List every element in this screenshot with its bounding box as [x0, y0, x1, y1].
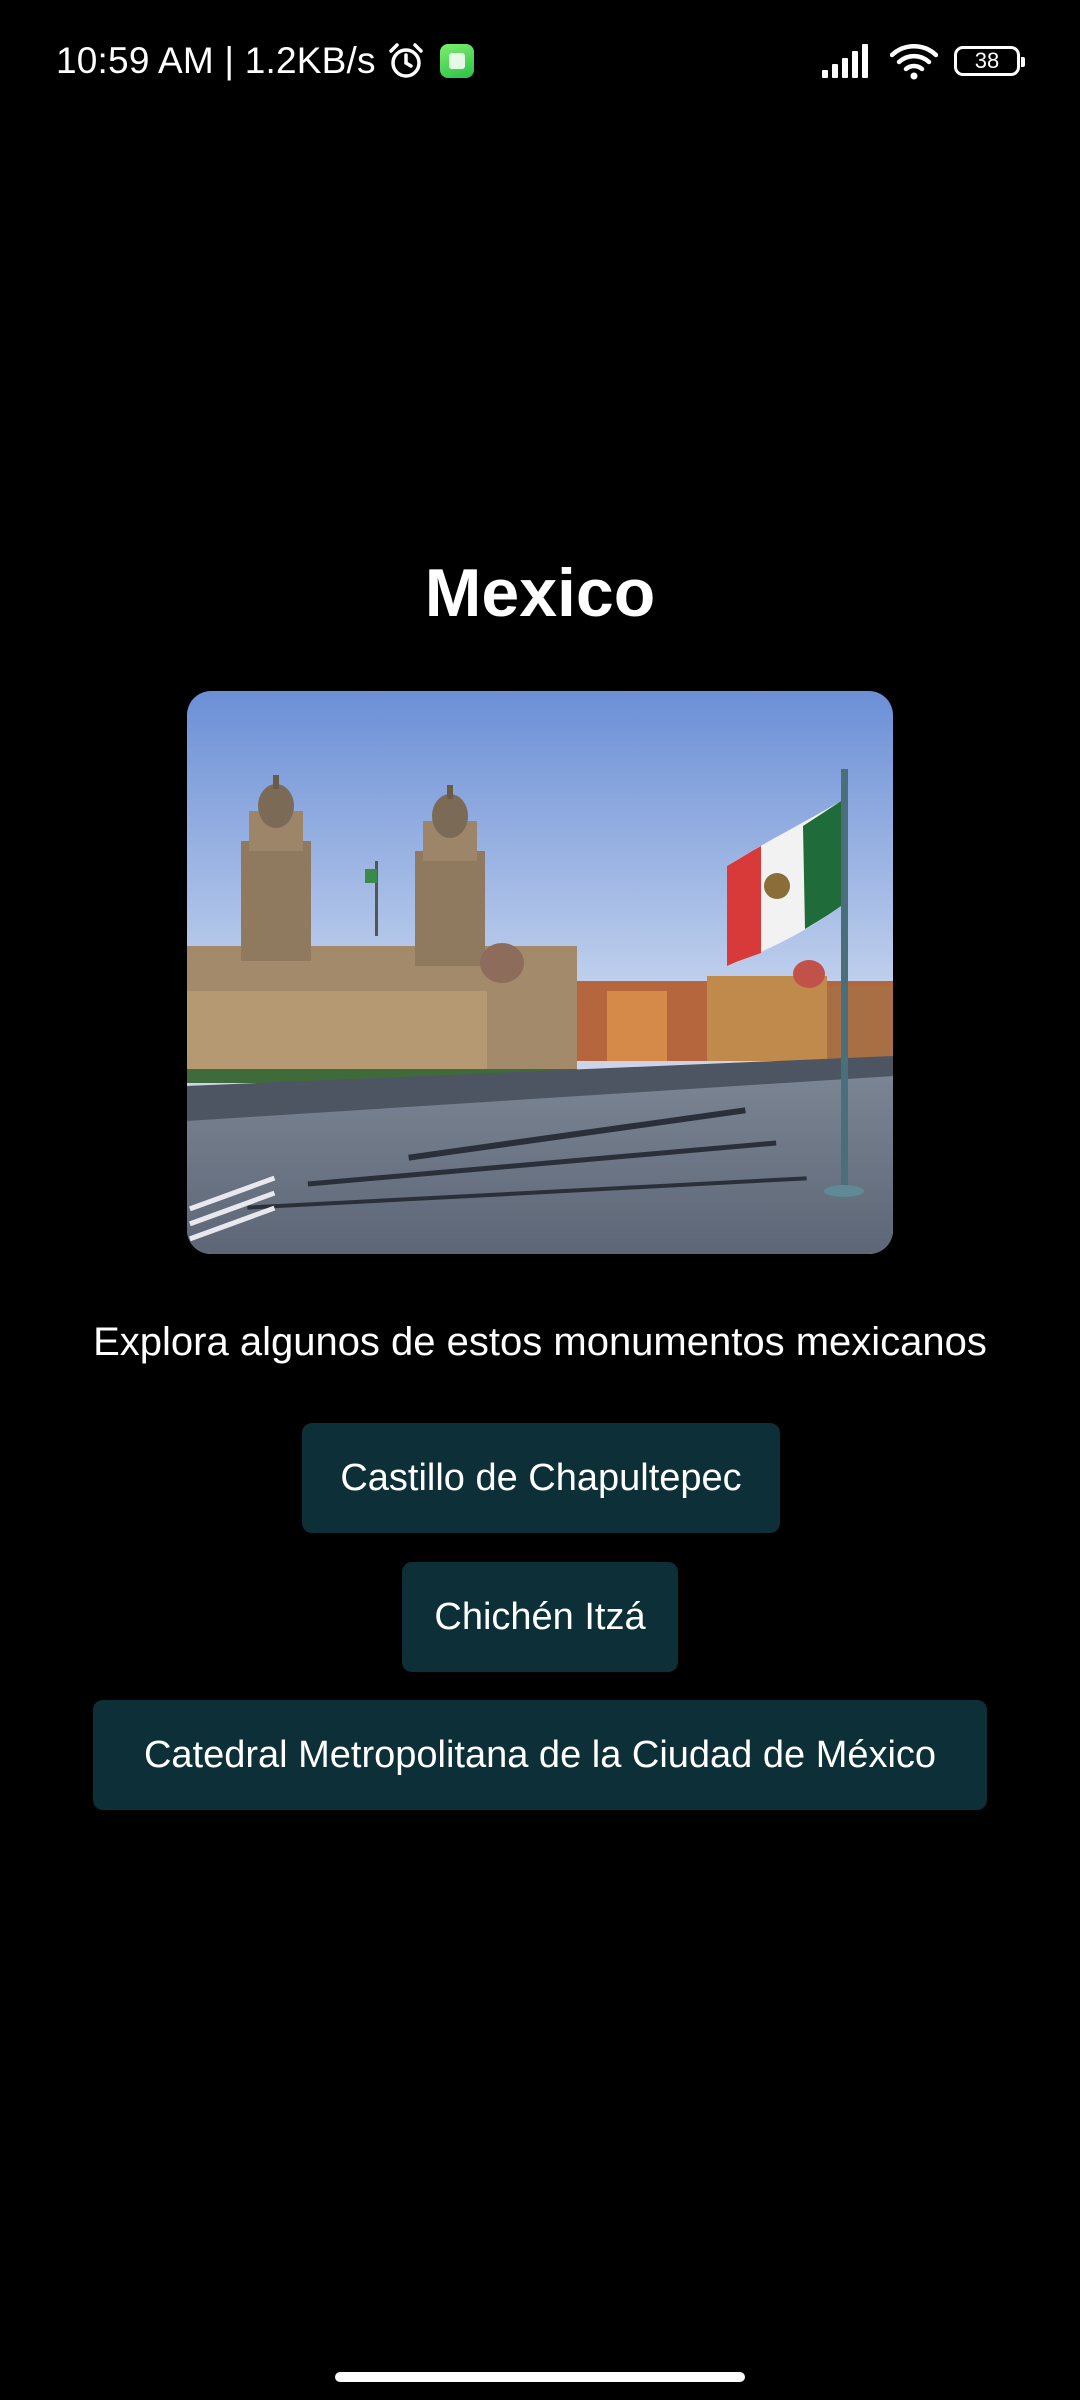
status-left: 10:59 AM | 1.2KB/s [56, 38, 474, 84]
status-right: 38 [822, 40, 1025, 82]
castillo-de-chapultepec-button[interactable]: Castillo de Chapultepec [302, 1423, 780, 1533]
battery-level: 38 [974, 48, 1000, 73]
status-bar: 10:59 AM | 1.2KB/s 38 [0, 0, 1080, 120]
battery-icon: 38 [954, 46, 1025, 76]
status-time-speed: 10:59 AM | 1.2KB/s [56, 40, 376, 81]
subtitle: Explora algunos de estos monumentos mexi… [93, 1320, 987, 1364]
catedral-metropolitana-button[interactable]: Catedral Metropolitana de la Ciudad de M… [93, 1700, 987, 1810]
home-indicator[interactable] [335, 2372, 745, 2382]
app-notification-icon [439, 44, 474, 78]
zocalo-photo [187, 691, 893, 1254]
alarm-icon [386, 41, 426, 81]
chichen-itza-button[interactable]: Chichén Itzá [402, 1562, 678, 1672]
wifi-icon [890, 42, 938, 80]
page-title: Mexico [424, 555, 656, 631]
signal-icon [822, 44, 874, 78]
zocalo-illustration [187, 691, 893, 1254]
